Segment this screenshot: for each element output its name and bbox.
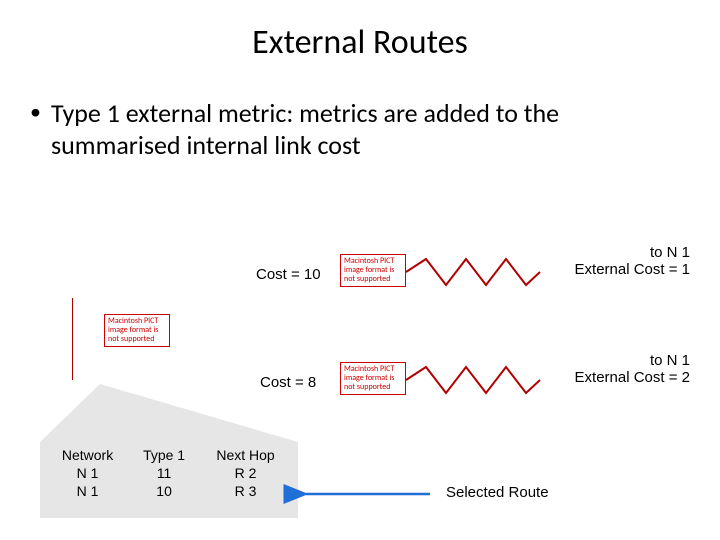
slide-title: External Routes [0,22,720,63]
ext-bottom-line2: External Cost = 2 [530,369,690,386]
cost-label-bottom: Cost = 8 [260,374,316,391]
routing-table: Network Type 1 Next Hop N 1 11 R 2 N 1 1… [40,442,298,508]
bullet-text: Type 1 external metric: metrics are adde… [51,97,684,161]
cost-label-top: Cost = 10 [256,266,321,283]
table-header-type1: Type 1 [129,446,199,464]
bullet-item: • Type 1 external metric: metrics are ad… [0,97,720,161]
external-cost-bottom: to N 1 External Cost = 2 [530,352,690,386]
cell-network: N 1 [46,482,129,500]
table-row: N 1 11 R 2 [46,464,292,482]
cell-nexthop: R 2 [199,464,292,482]
cell-type1: 11 [129,464,199,482]
external-cost-top: to N 1 External Cost = 1 [530,244,690,278]
selected-route-label: Selected Route [446,484,549,501]
ext-top-line1: to N 1 [530,244,690,261]
table-header-row: Network Type 1 Next Hop [46,446,292,464]
pict-error-box: Macintosh PICT image format is not suppo… [340,254,406,287]
pict-error-box: Macintosh PICT image format is not suppo… [340,362,406,395]
bullet-dot-icon: • [30,97,41,127]
cell-network: N 1 [46,464,129,482]
ext-bottom-line1: to N 1 [530,352,690,369]
ext-top-line2: External Cost = 1 [530,261,690,278]
table-header-network: Network [46,446,129,464]
table-row: N 1 10 R 3 [46,482,292,500]
table-header-nexthop: Next Hop [199,446,292,464]
cell-nexthop: R 3 [199,482,292,500]
cell-type1: 10 [129,482,199,500]
